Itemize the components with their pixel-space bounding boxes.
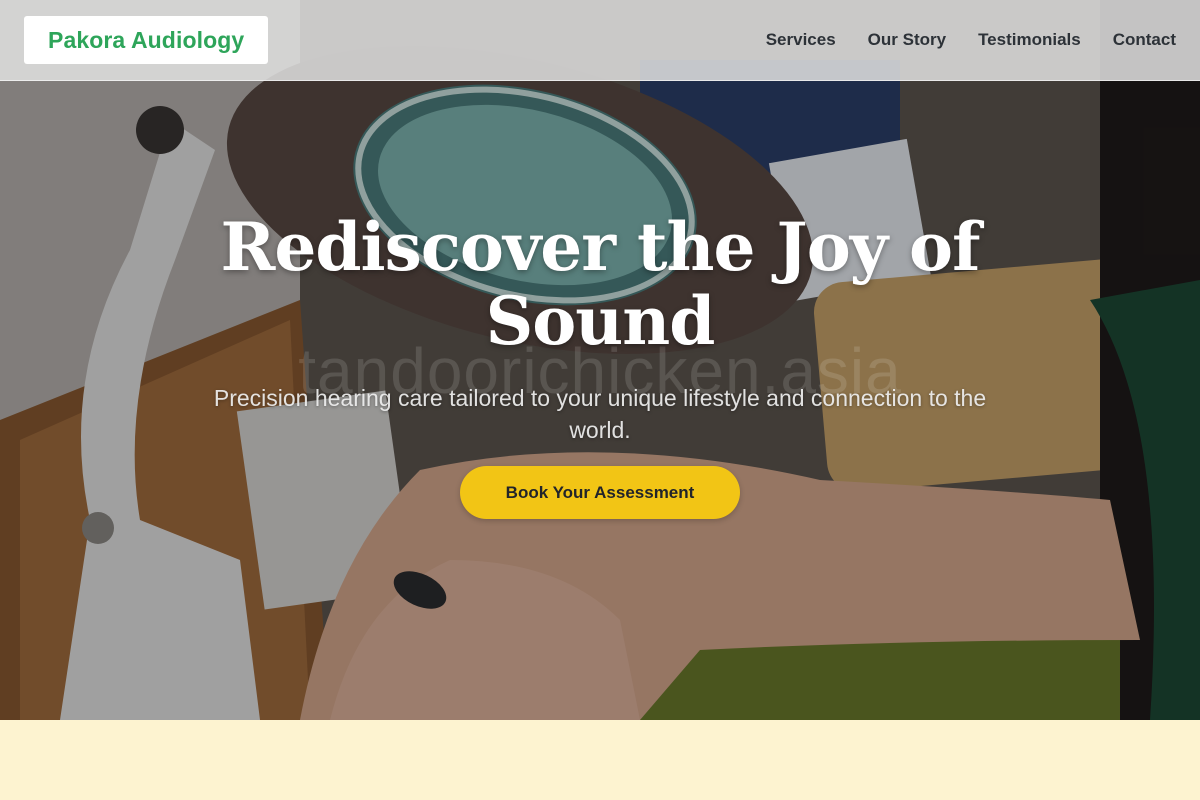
nav-link-services[interactable]: Services <box>766 30 836 50</box>
nav-link-contact[interactable]: Contact <box>1113 30 1176 50</box>
nav-link-our-story[interactable]: Our Story <box>868 30 946 50</box>
main-nav: Services Our Story Testimonials Contact <box>766 30 1176 50</box>
top-navbar: Pakora Audiology Services Our Story Test… <box>0 0 1200 81</box>
hero-section: tandoorichicken.asia Rediscover the Joy … <box>0 0 1200 720</box>
book-assessment-button[interactable]: Book Your Assessment <box>460 466 740 519</box>
hero-subtitle: Precision hearing care tailored to your … <box>213 385 987 443</box>
nav-link-testimonials[interactable]: Testimonials <box>978 30 1081 50</box>
hero-content: Rediscover the Joy of Sound Precision he… <box>0 210 1200 519</box>
brand-logo[interactable]: Pakora Audiology <box>24 16 269 64</box>
next-section-background <box>0 720 1200 800</box>
hero-title: Rediscover the Joy of Sound <box>220 208 981 360</box>
